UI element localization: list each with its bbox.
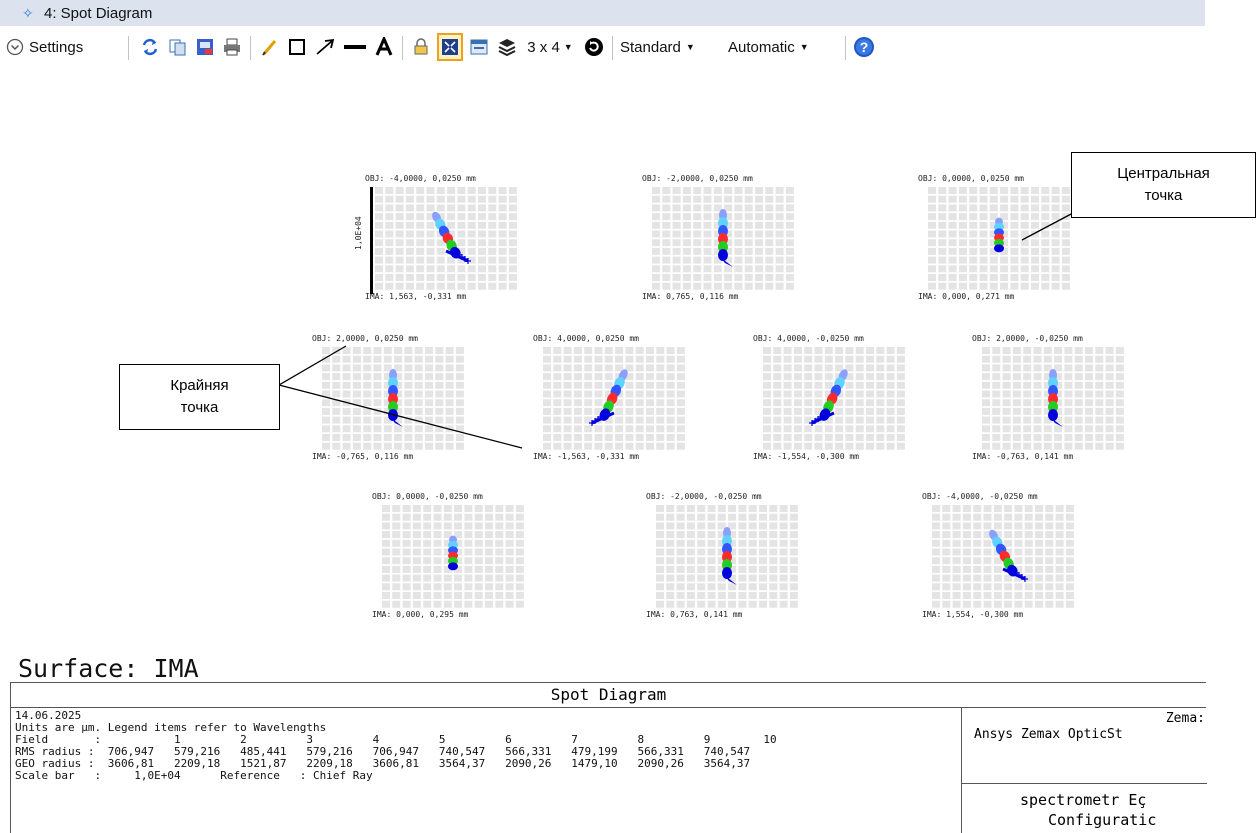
report-file-name: spectrometr Eç	[1020, 791, 1147, 809]
callout-edge-line1: Крайняя	[170, 377, 229, 394]
report-configuration: Configuratic	[1048, 811, 1157, 829]
callout-center-line2: точка	[1144, 187, 1183, 204]
report-panel: Spot Diagram 14.06.2025 Units are µm. Leg…	[10, 682, 1207, 833]
callout-center-point: Центральная точка	[1071, 152, 1256, 218]
surface-label: Surface: IMA	[18, 654, 199, 683]
callout-center-line1: Центральная	[1117, 165, 1210, 182]
report-product-name: Ansys Zemax OpticSt	[974, 727, 1123, 742]
callout-pointer-edge-bottom	[278, 384, 523, 449]
report-legend: 14.06.2025 Units are µm. Legend items ref…	[15, 710, 777, 782]
callout-pointer-edge-top	[278, 345, 347, 386]
report-title: Spot Diagram	[11, 683, 1206, 708]
callout-pointer-center	[1021, 212, 1074, 241]
report-info-panel: Zema: Ansys Zemax OpticSt spectrometr Eç…	[961, 707, 1207, 833]
report-company-short: Zema:	[1165, 711, 1205, 726]
callout-edge-point: Крайняя точка	[119, 364, 280, 430]
report-divider	[962, 783, 1207, 784]
report-scale-row: Scale bar : 1,0E+04 Reference : Chief Ra…	[15, 769, 373, 782]
callout-edge-line2: точка	[180, 399, 219, 416]
